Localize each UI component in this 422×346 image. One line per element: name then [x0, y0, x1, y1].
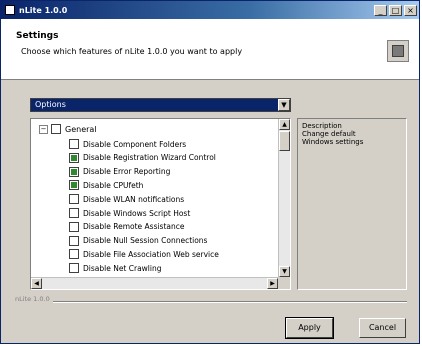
tree-item-label: Disable Registration Wizard Control — [83, 153, 216, 163]
app-icon — [5, 5, 15, 15]
footer-brand: nLite 1.0.0 — [15, 295, 53, 303]
item-checkbox[interactable] — [69, 194, 79, 205]
page-subtitle: Choose which features of nLite 1.0.0 you… — [21, 47, 243, 56]
tree-item-label: Disable Error Reporting — [83, 167, 171, 177]
tree-item[interactable]: Disable Windows Script Host — [69, 207, 190, 219]
horizontal-scrollbar[interactable]: ◀ ▶ — [31, 277, 278, 289]
minimize-button[interactable]: _ — [374, 4, 387, 16]
tree-item[interactable]: Disable Net Crawling — [69, 262, 162, 274]
tree-item[interactable]: Disable WLAN notifications — [69, 193, 184, 205]
scroll-corner — [278, 277, 290, 289]
tree-item-label: Disable Windows Script Host — [83, 208, 191, 218]
maximize-button[interactable]: □ — [389, 4, 402, 16]
root-checkbox[interactable] — [51, 124, 61, 134]
item-checkbox[interactable] — [69, 208, 79, 218]
tree-item[interactable]: Disable Remote Assistance — [69, 221, 185, 233]
tree-item[interactable]: Disable Component Folders — [69, 138, 186, 150]
close-button[interactable]: × — [404, 4, 417, 16]
tree-item[interactable]: Disable CPUfeth — [69, 179, 143, 191]
item-checkbox[interactable] — [69, 249, 79, 260]
tree-item[interactable]: Disable File Association Web service — [69, 248, 219, 260]
header-logo-icon — [387, 40, 409, 62]
tree-item-label: Disable Net Crawling — [83, 263, 162, 273]
collapse-icon[interactable]: − — [39, 124, 48, 134]
tree-item-label: Disable Null Session Connections — [83, 236, 208, 246]
scroll-right-icon[interactable]: ▶ — [267, 278, 278, 289]
scroll-down-icon[interactable]: ▼ — [279, 266, 290, 277]
tree-item-label: Disable WLAN notifications — [83, 194, 185, 204]
title-bar[interactable]: nLite 1.0.0 _ □ × — [1, 1, 419, 19]
item-checkbox[interactable] — [69, 152, 79, 163]
tree-root[interactable]: − General — [39, 124, 97, 134]
description-line: Windows settings — [302, 138, 364, 146]
item-checkbox[interactable] — [69, 263, 79, 274]
scroll-left-icon[interactable]: ◀ — [31, 278, 42, 289]
item-checkbox[interactable] — [69, 139, 79, 149]
page-title: Settings — [16, 31, 59, 41]
item-checkbox[interactable] — [69, 221, 79, 232]
scroll-thumb[interactable] — [279, 131, 290, 151]
window-title: nLite 1.0.0 — [19, 5, 68, 15]
wizard-header: Settings Choose which features of nLite … — [1, 19, 419, 80]
description-line: Description — [302, 122, 342, 130]
item-checkbox[interactable] — [69, 166, 79, 177]
app-window: nLite 1.0.0 _ □ × Settings Choose which … — [0, 0, 420, 344]
item-checkbox[interactable] — [69, 180, 79, 191]
scroll-up-icon[interactable]: ▲ — [279, 119, 290, 130]
vertical-scrollbar[interactable]: ▲ ▼ — [278, 119, 290, 277]
tree-root-label: General — [65, 124, 97, 134]
tree-item[interactable]: Disable Error Reporting — [69, 166, 170, 178]
tree-item-label: Disable Remote Assistance — [83, 222, 185, 232]
tree-item-label: Disable Component Folders — [83, 139, 187, 149]
settings-tree[interactable]: − General Disable Component Folders Disab… — [30, 118, 291, 290]
tree-item-label: Disable File Association Web service — [83, 249, 219, 259]
tree-item[interactable]: Disable Null Session Connections — [69, 235, 207, 247]
chevron-down-icon[interactable]: ▼ — [278, 99, 290, 111]
category-selected: Options — [35, 100, 66, 109]
footer-divider — [15, 301, 407, 303]
description-line: Change default — [302, 130, 356, 138]
tree-item[interactable]: Disable Registration Wizard Control — [69, 152, 216, 164]
tree-item-label: Disable CPUfeth — [83, 180, 144, 190]
window-controls: _ □ × — [374, 4, 417, 16]
item-checkbox[interactable] — [69, 235, 79, 246]
description-panel: Description Change default Windows setti… — [297, 118, 407, 290]
apply-button[interactable]: Apply — [285, 317, 334, 339]
category-dropdown[interactable]: Options ▼ — [30, 98, 291, 112]
cancel-button[interactable]: Cancel — [359, 318, 406, 338]
